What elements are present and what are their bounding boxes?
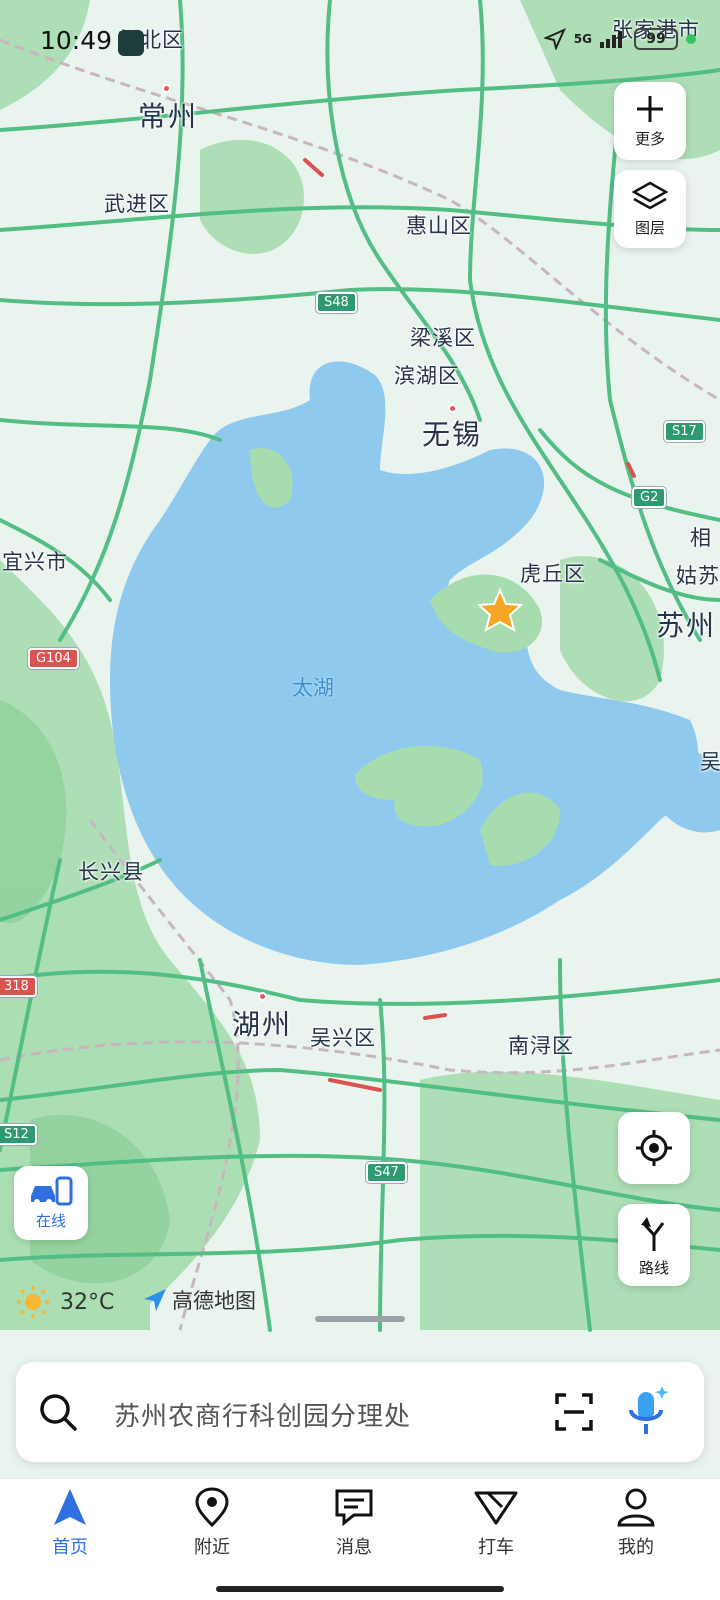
locate-button[interactable] bbox=[618, 1112, 690, 1184]
map-label-wuxing[interactable]: 吴兴区 bbox=[310, 1022, 376, 1052]
map-canvas[interactable] bbox=[0, 0, 720, 1600]
privacy-indicator-dot bbox=[686, 34, 696, 44]
nav-messages-label: 消息 bbox=[336, 1537, 372, 1558]
road-shield-s17: S17 bbox=[664, 421, 705, 442]
road-shield-g2: G2 bbox=[632, 487, 667, 508]
route-button[interactable]: 路线 bbox=[618, 1204, 690, 1286]
road-shield-s12: S12 bbox=[0, 1124, 37, 1145]
more-button[interactable]: 更多 bbox=[614, 82, 686, 160]
map-label-changzhou[interactable]: 常州 bbox=[138, 95, 198, 135]
search-input[interactable]: 苏州农商行科创园分理处 bbox=[114, 1396, 411, 1433]
voice-assistant-icon[interactable] bbox=[624, 1384, 670, 1440]
nav-taxi-label: 打车 bbox=[478, 1537, 514, 1558]
app-notification-icon bbox=[118, 30, 144, 56]
signal-icon bbox=[600, 31, 622, 48]
map-label-liangxi[interactable]: 梁溪区 bbox=[410, 322, 476, 352]
online-label: 在线 bbox=[35, 1211, 66, 1230]
online-car-button[interactable]: 在线 bbox=[14, 1166, 88, 1240]
road-shield-g104: G104 bbox=[28, 648, 79, 669]
bottom-nav: 首页 附近 消息 打车 我的 bbox=[0, 1478, 720, 1600]
brand-name: 高德地图 bbox=[172, 1289, 256, 1313]
amap-logo-icon bbox=[144, 1289, 166, 1311]
road-shield-s48: S48 bbox=[316, 292, 357, 313]
layers-button[interactable]: 图层 bbox=[614, 170, 686, 248]
home-arrow-icon bbox=[54, 1489, 86, 1525]
location-arrow-icon bbox=[543, 28, 566, 50]
weather-widget[interactable]: 32°C bbox=[16, 1285, 114, 1319]
more-label: 更多 bbox=[634, 129, 665, 148]
map-label-huqiu[interactable]: 虎丘区 bbox=[520, 558, 586, 588]
map-label-nanxun[interactable]: 南浔区 bbox=[508, 1030, 574, 1060]
map-label-edge-xiang[interactable]: 相 bbox=[690, 522, 712, 552]
map-label-wuxi[interactable]: 无锡 bbox=[422, 413, 482, 453]
nav-nearby[interactable]: 附近 bbox=[162, 1487, 262, 1577]
map-label-huzhou[interactable]: 湖州 bbox=[232, 1003, 292, 1043]
nav-home[interactable]: 首页 bbox=[20, 1487, 120, 1577]
network-type: 5G bbox=[573, 32, 592, 46]
nav-messages[interactable]: 消息 bbox=[304, 1487, 404, 1577]
crosshair-icon bbox=[636, 1130, 672, 1166]
road-shield-s47: S47 bbox=[366, 1162, 407, 1183]
map-label-changxing[interactable]: 长兴县 bbox=[78, 856, 144, 886]
map-label-huishan[interactable]: 惠山区 bbox=[406, 210, 472, 240]
home-indicator[interactable] bbox=[216, 1586, 504, 1592]
scan-icon[interactable] bbox=[554, 1392, 594, 1432]
route-label: 路线 bbox=[638, 1258, 669, 1277]
nav-taxi[interactable]: 打车 bbox=[446, 1487, 546, 1577]
search-icon bbox=[40, 1394, 77, 1431]
status-time: 10:49 bbox=[40, 26, 113, 55]
user-icon bbox=[617, 1488, 655, 1527]
temperature: 32°C bbox=[60, 1289, 115, 1315]
search-bar[interactable]: 苏州农商行科创园分理处 bbox=[16, 1362, 704, 1462]
nav-profile-label: 我的 bbox=[618, 1537, 654, 1558]
map-screen: 新北区 张家港市 常州 武进区 惠山区 梁溪区 滨湖区 无锡 宜兴市 虎丘区 相… bbox=[0, 0, 720, 1600]
nav-profile[interactable]: 我的 bbox=[586, 1487, 686, 1577]
car-phone-icon bbox=[31, 1176, 73, 1205]
sun-icon bbox=[17, 1286, 49, 1318]
battery-indicator: 99 bbox=[634, 28, 678, 50]
brand-logo: 高德地图 bbox=[142, 1285, 256, 1315]
status-bar: 10:49 5G 99 bbox=[0, 0, 720, 88]
map-label-gusu[interactable]: 姑苏 bbox=[676, 560, 720, 590]
nav-nearby-label: 附近 bbox=[194, 1537, 230, 1558]
layers-label: 图层 bbox=[634, 218, 665, 237]
map-label-taihu[interactable]: 太湖 bbox=[292, 672, 334, 702]
road-shield-318: 318 bbox=[0, 976, 37, 997]
nav-home-label: 首页 bbox=[52, 1537, 88, 1558]
plus-icon bbox=[637, 95, 663, 122]
taxi-icon bbox=[474, 1491, 518, 1525]
map-label-suzhou[interactable]: 苏州 bbox=[656, 604, 716, 644]
city-dot-huzhou bbox=[258, 992, 267, 1001]
drag-handle[interactable] bbox=[315, 1316, 405, 1322]
map-label-wujin[interactable]: 武进区 bbox=[104, 188, 170, 218]
message-icon bbox=[335, 1489, 373, 1527]
location-pin-icon bbox=[195, 1487, 229, 1527]
map-label-yixing[interactable]: 宜兴市 bbox=[2, 546, 68, 576]
route-fork-icon bbox=[641, 1216, 665, 1251]
map-label-binhu[interactable]: 滨湖区 bbox=[394, 360, 460, 390]
status-indicators: 5G 99 bbox=[543, 28, 696, 50]
map-label-edge-wu[interactable]: 吴 bbox=[700, 746, 720, 776]
city-dot-wuxi bbox=[448, 404, 457, 413]
layers-icon bbox=[632, 181, 668, 209]
